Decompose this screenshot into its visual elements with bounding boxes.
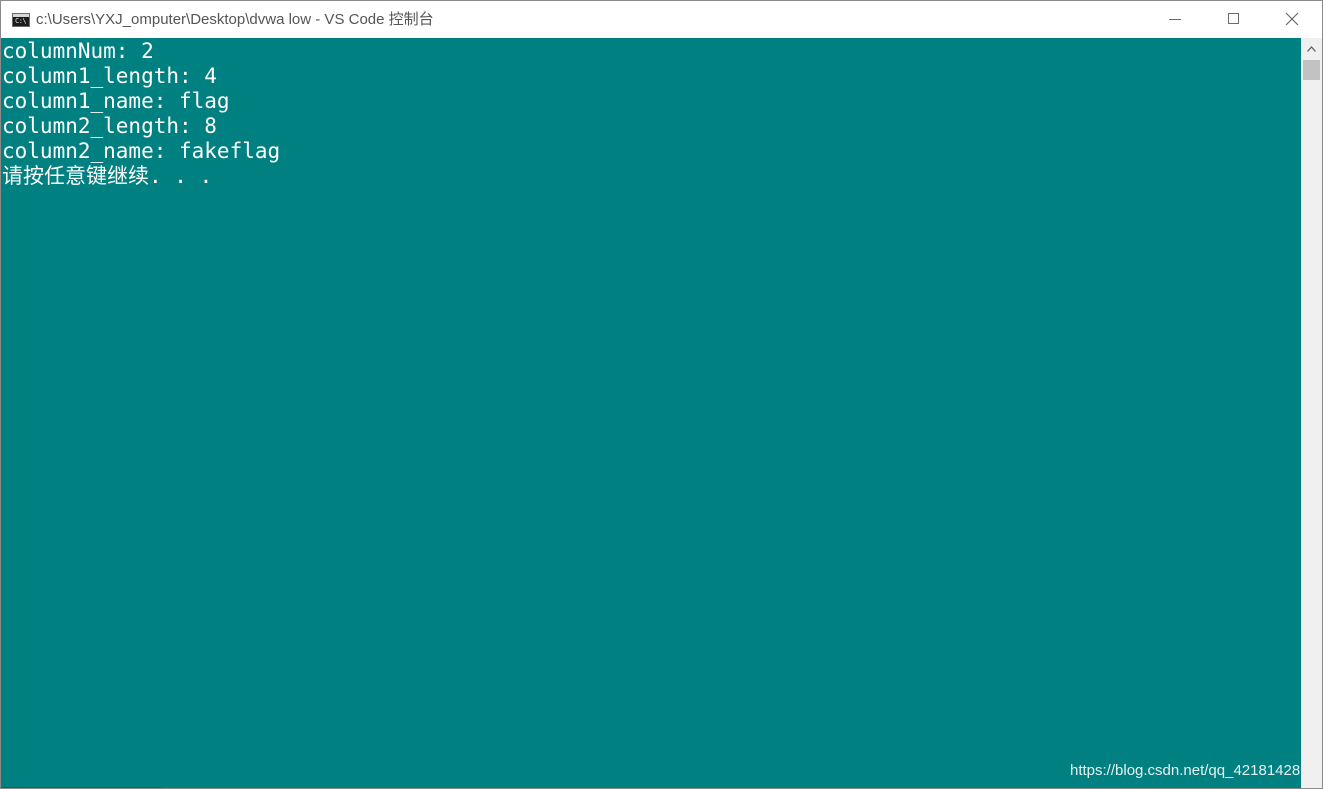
maximize-icon: [1228, 13, 1239, 24]
title-bar[interactable]: C:\ c:\Users\YXJ_omputer\Desktop\dvwa lo…: [1, 1, 1322, 38]
chevron-up-icon: [1307, 46, 1316, 52]
window-title: c:\Users\YXJ_omputer\Desktop\dvwa low - …: [36, 11, 434, 28]
minimize-icon: [1169, 19, 1181, 20]
console-window: C:\ c:\Users\YXJ_omputer\Desktop\dvwa lo…: [0, 0, 1323, 789]
close-button[interactable]: [1263, 1, 1321, 38]
vertical-scrollbar[interactable]: [1301, 38, 1322, 788]
scroll-up-button[interactable]: [1301, 38, 1322, 59]
console-line: column1_name: flag: [2, 89, 230, 113]
console-prompt-line: 请按任意键继续. . .: [2, 164, 213, 188]
console-line: column2_length: 8: [2, 114, 217, 138]
scroll-thumb[interactable]: [1303, 60, 1320, 80]
watermark-url: https://blog.csdn.net/qq_42181428: [1070, 762, 1301, 779]
console-output[interactable]: columnNum: 2 column1_length: 4 column1_n…: [1, 38, 1301, 788]
console-line: columnNum: 2: [2, 39, 154, 63]
close-icon: [1285, 12, 1299, 26]
console-line: column1_length: 4: [2, 64, 217, 88]
maximize-button[interactable]: [1205, 1, 1263, 38]
minimize-button[interactable]: [1147, 1, 1205, 38]
console-line: column2_name: fakeflag: [2, 139, 281, 163]
app-icon-label: C:\: [15, 17, 27, 25]
console-app-icon[interactable]: C:\: [12, 13, 30, 27]
